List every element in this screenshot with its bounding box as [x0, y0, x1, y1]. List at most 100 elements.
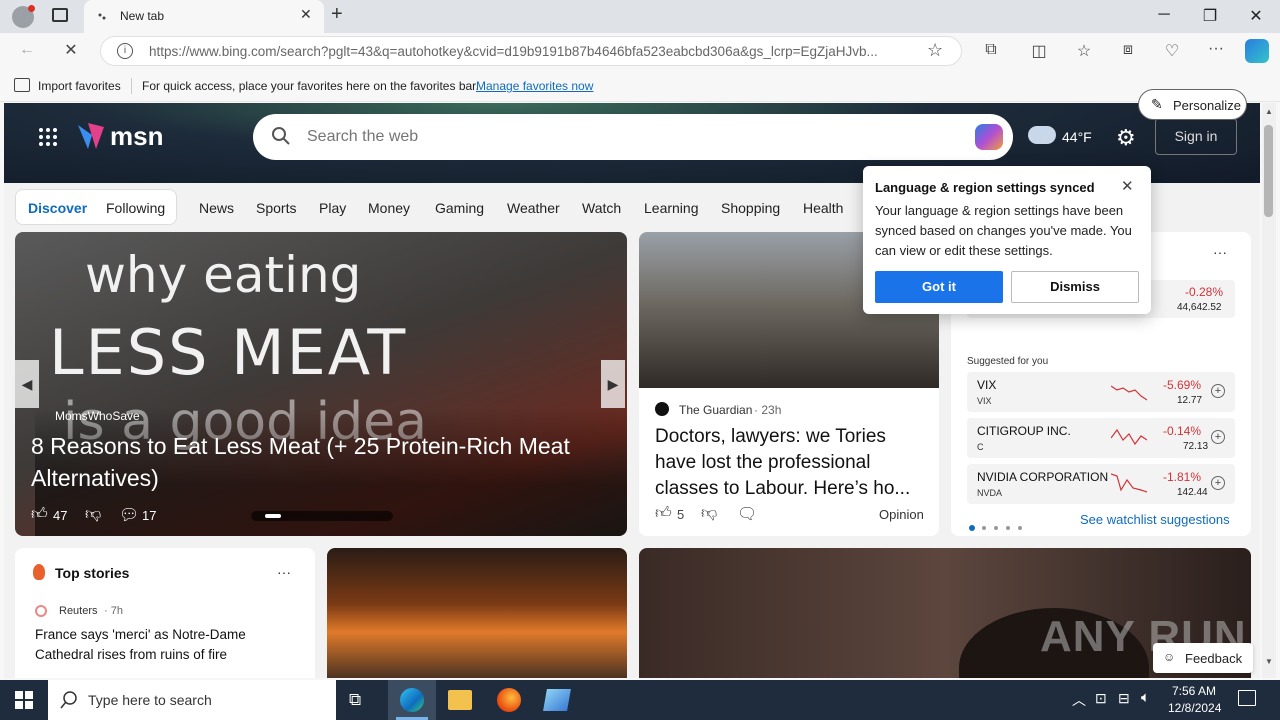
- extensions-icon[interactable]: ⧉: [980, 41, 1002, 59]
- scroll-up-icon[interactable]: ▲: [1265, 107, 1273, 116]
- tab-actions-icon[interactable]: [52, 8, 68, 22]
- hero-article-card[interactable]: why eating LESS MEAT is a good idea ◀ ▶ …: [15, 232, 627, 536]
- nav-play[interactable]: Play: [319, 200, 346, 216]
- clock-date[interactable]: 12/8/2024: [1168, 701, 1221, 715]
- nav-sports[interactable]: Sports: [256, 200, 296, 216]
- sign-in-button[interactable]: Sign in: [1155, 118, 1237, 155]
- stock-row[interactable]: CITIGROUP INC. C -0.14% 72.13 +: [967, 418, 1235, 458]
- taskbar-search-placeholder[interactable]: Type here to search: [88, 692, 212, 708]
- stock-name: VIX: [977, 378, 997, 392]
- stock-row[interactable]: NVIDIA CORPORATION NVDA -1.81% 142.44 +: [967, 464, 1235, 504]
- add-to-watchlist-icon[interactable]: +: [1211, 476, 1225, 490]
- carousel-prev-button[interactable]: ◀: [15, 360, 39, 408]
- taskbar-edge-button[interactable]: [388, 680, 436, 720]
- browser-tab[interactable]: New tab ✕: [84, 0, 324, 33]
- network-icon[interactable]: ⊟: [1118, 690, 1130, 707]
- close-window-icon[interactable]: ✕: [1246, 6, 1266, 26]
- notification-center-icon[interactable]: [1238, 690, 1256, 706]
- favorite-star-icon[interactable]: ☆: [927, 40, 943, 61]
- add-to-watchlist-icon[interactable]: +: [1211, 384, 1225, 398]
- notre-dame-image-card[interactable]: [327, 548, 627, 678]
- msn-logo[interactable]: msn: [110, 121, 163, 152]
- minimize-icon[interactable]: ─: [1154, 6, 1174, 24]
- file-explorer-icon[interactable]: [448, 690, 472, 710]
- nav-learning[interactable]: Learning: [644, 200, 699, 216]
- tray-chevron-icon[interactable]: ︿: [1072, 690, 1086, 710]
- personalize-button[interactable]: ✎ Personalize: [1138, 89, 1247, 120]
- news-age-value: 23h: [761, 403, 782, 417]
- tab-close-icon[interactable]: ✕: [300, 6, 312, 23]
- settings-gear-icon[interactable]: ⚙: [1116, 125, 1136, 151]
- notepad-app-icon[interactable]: [543, 689, 571, 711]
- carousel-dots[interactable]: [251, 511, 393, 521]
- search-box[interactable]: [253, 114, 1013, 160]
- add-to-watchlist-icon[interactable]: +: [1211, 430, 1225, 444]
- more-options-icon[interactable]: ···: [1213, 244, 1227, 260]
- page-scrollbar[interactable]: ▲ ▼: [1262, 103, 1276, 678]
- pager-dots[interactable]: [969, 518, 1025, 531]
- popup-close-icon[interactable]: ✕: [1121, 177, 1134, 195]
- weather-temp[interactable]: 44°F: [1062, 129, 1092, 145]
- favorites-icon[interactable]: ☆: [1073, 41, 1095, 61]
- more-options-icon[interactable]: ···: [277, 564, 291, 580]
- info-icon[interactable]: i: [117, 43, 133, 59]
- stock-name: NVIDIA CORPORATION: [977, 470, 1109, 484]
- top-story-source[interactable]: Reuters: [59, 605, 98, 617]
- news-source[interactable]: The Guardian: [679, 403, 752, 417]
- firefox-icon[interactable]: [497, 688, 521, 712]
- url-text[interactable]: https://www.bing.com/search?pglt=43&q=au…: [149, 44, 909, 59]
- news-headline[interactable]: Doctors, lawyers: we Tories have lost th…: [655, 424, 929, 502]
- nav-news[interactable]: News: [199, 200, 234, 216]
- new-tab-icon[interactable]: +: [331, 3, 343, 26]
- collections-icon[interactable]: ⧈: [1117, 41, 1139, 59]
- more-menu-icon[interactable]: ···: [1205, 40, 1227, 58]
- tab-following[interactable]: Following: [106, 200, 165, 216]
- copilot-icon[interactable]: [1245, 39, 1269, 63]
- clock-time[interactable]: 7:56 AM: [1172, 684, 1216, 698]
- stock-row[interactable]: VIX VIX -5.69% 12.77 +: [967, 372, 1235, 412]
- nav-gaming[interactable]: Gaming: [435, 200, 484, 216]
- copilot-search-icon[interactable]: [975, 124, 1003, 150]
- stop-loading-icon[interactable]: ✕: [60, 40, 82, 60]
- like-icon[interactable]: 👍︎: [655, 504, 672, 523]
- apps-grid-icon[interactable]: [38, 127, 58, 147]
- nav-health[interactable]: Health: [803, 200, 843, 216]
- url-bar[interactable]: i https://www.bing.com/search?pglt=43&q=…: [100, 36, 962, 66]
- carousel-next-button[interactable]: ▶: [601, 360, 625, 408]
- tray-device-icon[interactable]: ⊡: [1095, 690, 1107, 707]
- manage-favorites-link[interactable]: Manage favorites now: [476, 79, 593, 93]
- nav-shopping[interactable]: Shopping: [721, 200, 780, 216]
- nav-weather[interactable]: Weather: [507, 200, 560, 216]
- hero-source[interactable]: MomsWhoSave: [55, 409, 140, 423]
- dislike-icon[interactable]: 👎︎: [701, 504, 717, 523]
- taskbar-search-box[interactable]: Type here to search: [48, 680, 336, 720]
- performance-icon[interactable]: ♡: [1161, 41, 1183, 61]
- scroll-down-icon[interactable]: ▼: [1265, 657, 1273, 666]
- search-input[interactable]: [307, 126, 907, 148]
- tab-discover[interactable]: Discover: [28, 200, 87, 216]
- dislike-icon[interactable]: 👎︎: [85, 505, 101, 524]
- settings-synced-popup: Language & region settings synced ✕ Your…: [863, 166, 1151, 314]
- back-icon[interactable]: ←: [16, 41, 38, 59]
- see-watchlist-link[interactable]: See watchlist suggestions: [1080, 512, 1230, 527]
- split-screen-icon[interactable]: ◫: [1028, 41, 1050, 61]
- task-view-icon[interactable]: ⧉: [349, 690, 361, 710]
- top-story-headline[interactable]: France says 'merci' as Notre-Dame Cathed…: [35, 625, 295, 665]
- got-it-button[interactable]: Got it: [875, 271, 1003, 303]
- comment-icon[interactable]: 💬︎: [119, 505, 139, 525]
- top-stories-title[interactable]: Top stories: [55, 565, 129, 581]
- hero-image-text-1: why eating: [85, 246, 362, 304]
- volume-icon[interactable]: 🔈︎: [1141, 689, 1150, 706]
- nav-money[interactable]: Money: [368, 200, 410, 216]
- top-stories-card: Top stories ··· Reuters · 7h France says…: [15, 548, 315, 678]
- windows-start-icon[interactable]: [15, 691, 33, 709]
- restore-icon[interactable]: ❐: [1200, 6, 1220, 26]
- feedback-button[interactable]: ☺ Feedback: [1153, 643, 1253, 673]
- hero-headline[interactable]: 8 Reasons to Eat Less Meat (+ 25 Protein…: [31, 430, 616, 494]
- comments-off-icon[interactable]: 🗨︎: [737, 504, 757, 524]
- scrollbar-thumb[interactable]: [1264, 125, 1273, 217]
- import-favorites-link[interactable]: Import favorites: [38, 79, 121, 93]
- dismiss-button[interactable]: Dismiss: [1011, 271, 1139, 303]
- like-icon[interactable]: 👍︎: [31, 505, 48, 524]
- nav-watch[interactable]: Watch: [582, 200, 621, 216]
